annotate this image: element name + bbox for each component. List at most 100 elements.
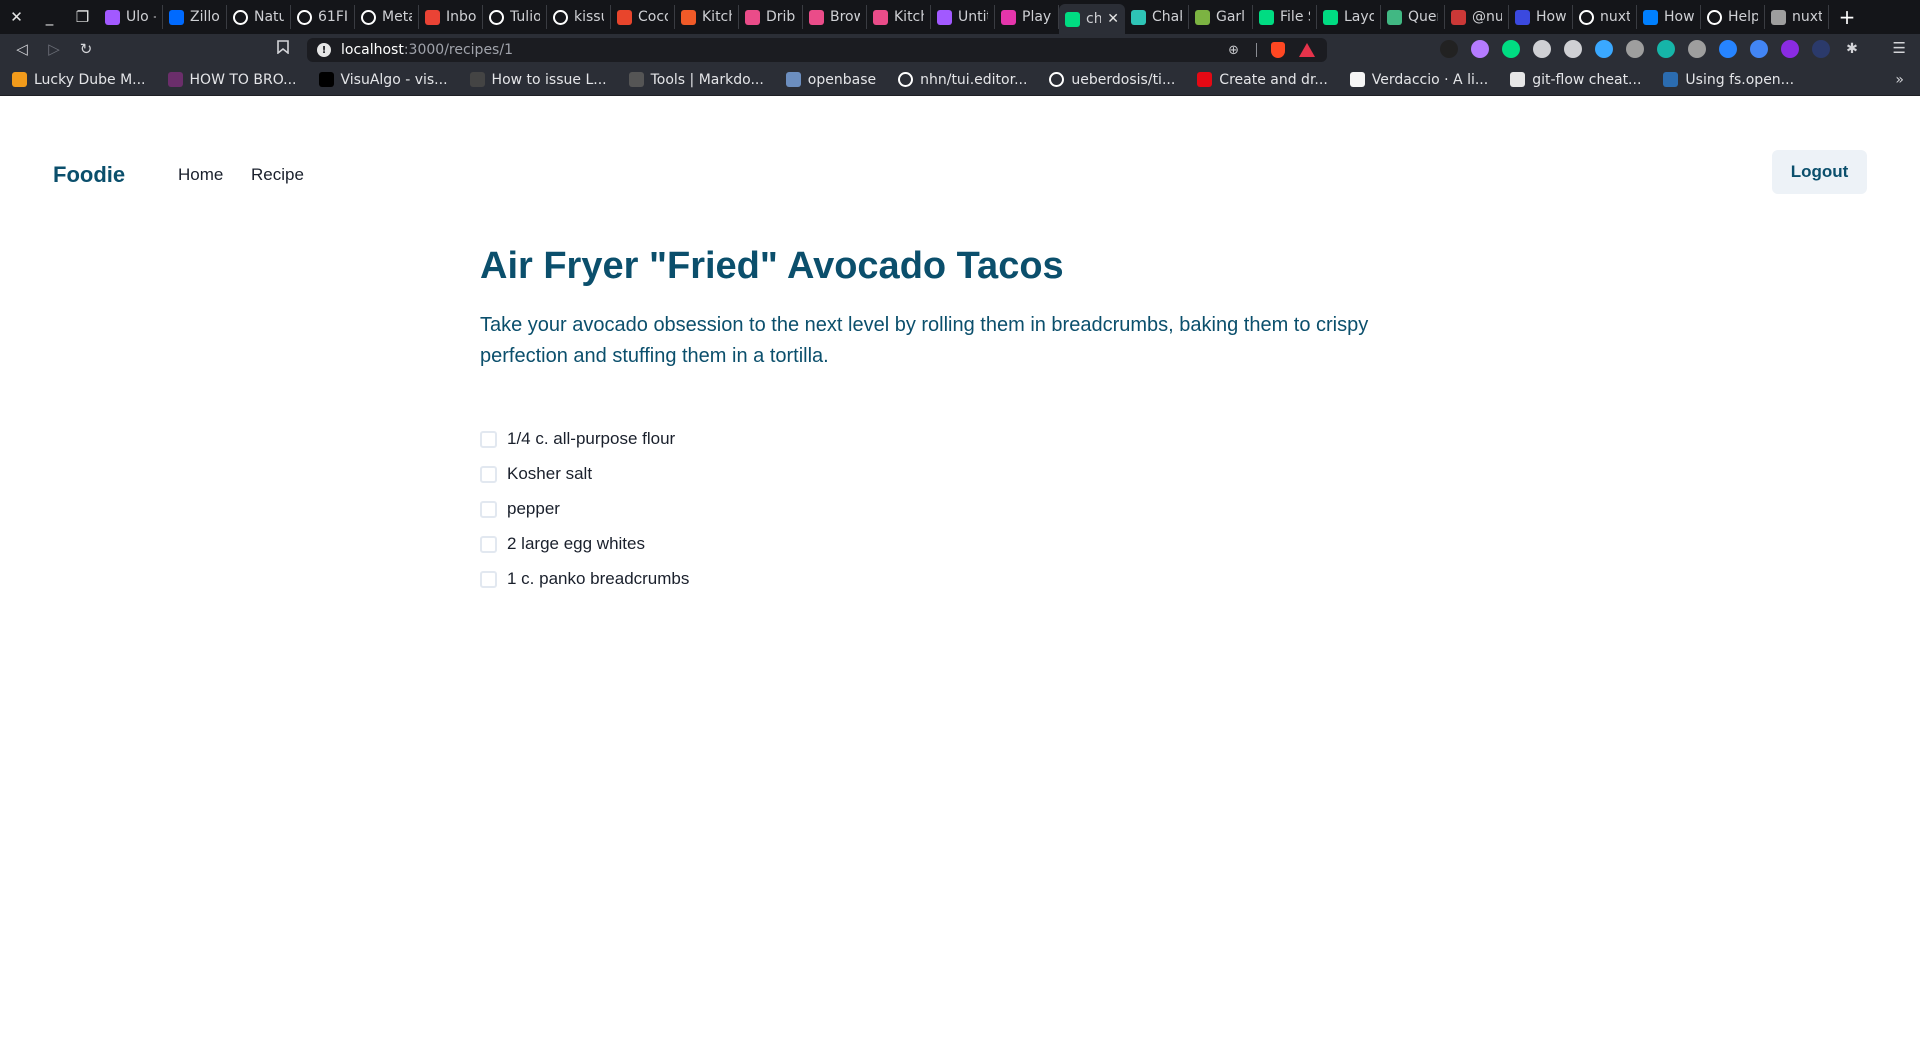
browser-tab[interactable]: Natu: [227, 5, 291, 29]
ingredient-label[interactable]: pepper: [507, 499, 560, 519]
bookmark-item[interactable]: Lucky Dube M...: [12, 72, 146, 88]
browser-tab[interactable]: Layo: [1317, 5, 1381, 29]
bookmark-item[interactable]: VisuAlgo - vis...: [318, 72, 448, 88]
bookmark-page-button[interactable]: [277, 40, 289, 58]
browser-tab-active[interactable]: ch ✕: [1059, 4, 1125, 34]
browser-tab[interactable]: nuxt: [1573, 5, 1637, 29]
browser-tab[interactable]: Zillow: [163, 5, 227, 29]
ingredient-label[interactable]: Kosher salt: [507, 464, 592, 484]
site-info-icon[interactable]: !: [317, 43, 331, 57]
browser-tab[interactable]: Ulo –: [99, 5, 163, 29]
bookmark-item[interactable]: Create and dr...: [1197, 72, 1328, 88]
m-icon[interactable]: [1657, 40, 1675, 58]
ingredient-item: 2 large egg whites: [480, 527, 1440, 562]
window-close-button[interactable]: ✕: [0, 0, 33, 34]
translate-icon[interactable]: [1750, 40, 1768, 58]
extensions-bar: ✱: [1440, 40, 1861, 58]
avatar-icon: [617, 9, 632, 25]
bookmark-item[interactable]: Verdaccio · A li...: [1349, 72, 1488, 88]
figma-icon: [937, 9, 952, 25]
react-devtools-icon[interactable]: [1533, 40, 1551, 58]
browser-tab[interactable]: Tulio: [483, 5, 547, 29]
brand-logo[interactable]: Foodie: [53, 162, 125, 188]
browser-tab[interactable]: Brow: [803, 5, 867, 29]
logout-button[interactable]: Logout: [1772, 150, 1867, 194]
pinterest-ext-icon[interactable]: [1471, 40, 1489, 58]
address-bar[interactable]: ! localhost:3000/recipes/1 ⊕: [307, 38, 1327, 62]
ingredient-checkbox[interactable]: [480, 430, 497, 448]
bookmark-label: Using fs.open...: [1685, 71, 1795, 88]
browser-tab[interactable]: Coco: [611, 5, 675, 29]
a-icon[interactable]: [1812, 40, 1830, 58]
bookmark-label: openbase: [807, 71, 877, 88]
gmail-icon: [425, 9, 440, 25]
browser-tab[interactable]: Inbox: [419, 5, 483, 29]
bookmark-item[interactable]: HOW TO BRO...: [167, 72, 297, 88]
ingredient-checkbox[interactable]: [480, 570, 497, 588]
back-button[interactable]: ◁: [6, 40, 38, 58]
nav-link-home[interactable]: Home: [178, 165, 223, 185]
browser-tab[interactable]: kissu: [547, 5, 611, 29]
browser-tab[interactable]: 61FIN: [291, 5, 355, 29]
tab-title: Untit: [958, 9, 988, 25]
bookmark-item[interactable]: How to issue L...: [469, 72, 607, 88]
ingredient-checkbox[interactable]: [480, 500, 497, 518]
browser-tab[interactable]: Quer: [1381, 5, 1445, 29]
github-icon: [1707, 9, 1722, 25]
zoom-icon[interactable]: ⊕: [1228, 43, 1239, 58]
reload-icon: ↻: [79, 40, 93, 58]
extensions-puzzle-icon[interactable]: ✱: [1843, 40, 1861, 58]
browser-tab[interactable]: Dribl: [739, 5, 803, 29]
close-tab-icon[interactable]: ✕: [1107, 11, 1119, 27]
browser-tab[interactable]: Help: [1701, 5, 1765, 29]
bookmark-label: Lucky Dube M...: [34, 71, 146, 88]
browser-tab[interactable]: How: [1637, 5, 1701, 29]
bookmark-item[interactable]: Tools | Markdo...: [628, 72, 764, 88]
window-minimize-button[interactable]: _: [33, 0, 66, 34]
browser-tab[interactable]: Playg: [995, 5, 1059, 29]
browser-tab[interactable]: Garli: [1189, 5, 1253, 29]
dribbble-icon: [873, 9, 888, 25]
browser-tab[interactable]: Untit: [931, 5, 995, 29]
ingredient-label[interactable]: 2 large egg whites: [507, 534, 645, 554]
brave-shields-icon[interactable]: [1271, 42, 1285, 58]
bookmark-item[interactable]: openbase: [785, 71, 877, 88]
bookmark-item[interactable]: ueberdosis/ti...: [1049, 72, 1175, 88]
ingredient-label[interactable]: 1 c. panko breadcrumbs: [507, 569, 689, 589]
browser-tab[interactable]: Meta: [355, 5, 419, 29]
moon-icon[interactable]: [1781, 40, 1799, 58]
bookmark-item[interactable]: Using fs.open...: [1663, 72, 1794, 88]
nuxt-devtools-icon[interactable]: [1502, 40, 1520, 58]
brave-rewards-icon[interactable]: [1299, 43, 1315, 57]
browser-tab[interactable]: Kitch: [867, 5, 931, 29]
tab-title: Chak: [1152, 9, 1182, 25]
droplet-icon[interactable]: [1595, 40, 1613, 58]
bookmarks-overflow-button[interactable]: »: [1895, 72, 1904, 88]
browser-tabstrip: ✕ _ ❐ Ulo – Zillow Natu 61FIN Meta Inbox Tulio…: [0, 0, 1920, 34]
browser-menu-button[interactable]: ☰: [1893, 39, 1906, 57]
target-icon[interactable]: [1564, 40, 1582, 58]
ingredient-label[interactable]: 1/4 c. all-purpose flour: [507, 429, 675, 449]
trello-icon[interactable]: [1719, 40, 1737, 58]
browser-tab[interactable]: nuxt: [1765, 5, 1829, 29]
browser-tab[interactable]: Kitch: [675, 5, 739, 29]
window-restore-button[interactable]: ❐: [66, 0, 99, 34]
bookmark-item[interactable]: git-flow cheat...: [1510, 72, 1641, 88]
reload-button[interactable]: ↻: [70, 40, 102, 58]
digitalocean-icon: [1643, 9, 1658, 25]
settings-ext-icon[interactable]: [1688, 40, 1706, 58]
browser-tab[interactable]: How: [1509, 5, 1573, 29]
bookmark-item[interactable]: nhn/tui.editor...: [898, 72, 1027, 88]
copy-icon[interactable]: [1626, 40, 1644, 58]
new-tab-button[interactable]: +: [1829, 5, 1865, 29]
gnome-icon[interactable]: [1440, 40, 1458, 58]
nuxt-icon: [1259, 9, 1274, 25]
ingredient-checkbox[interactable]: [480, 535, 497, 553]
forward-button[interactable]: ▷: [38, 40, 70, 58]
browser-tab[interactable]: File S: [1253, 5, 1317, 29]
nav-link-recipe[interactable]: Recipe: [251, 165, 304, 185]
ingredient-checkbox[interactable]: [480, 465, 497, 483]
browser-tab[interactable]: @nu: [1445, 5, 1509, 29]
browser-tab[interactable]: Chak: [1125, 5, 1189, 29]
tab-title: How: [1536, 9, 1566, 25]
